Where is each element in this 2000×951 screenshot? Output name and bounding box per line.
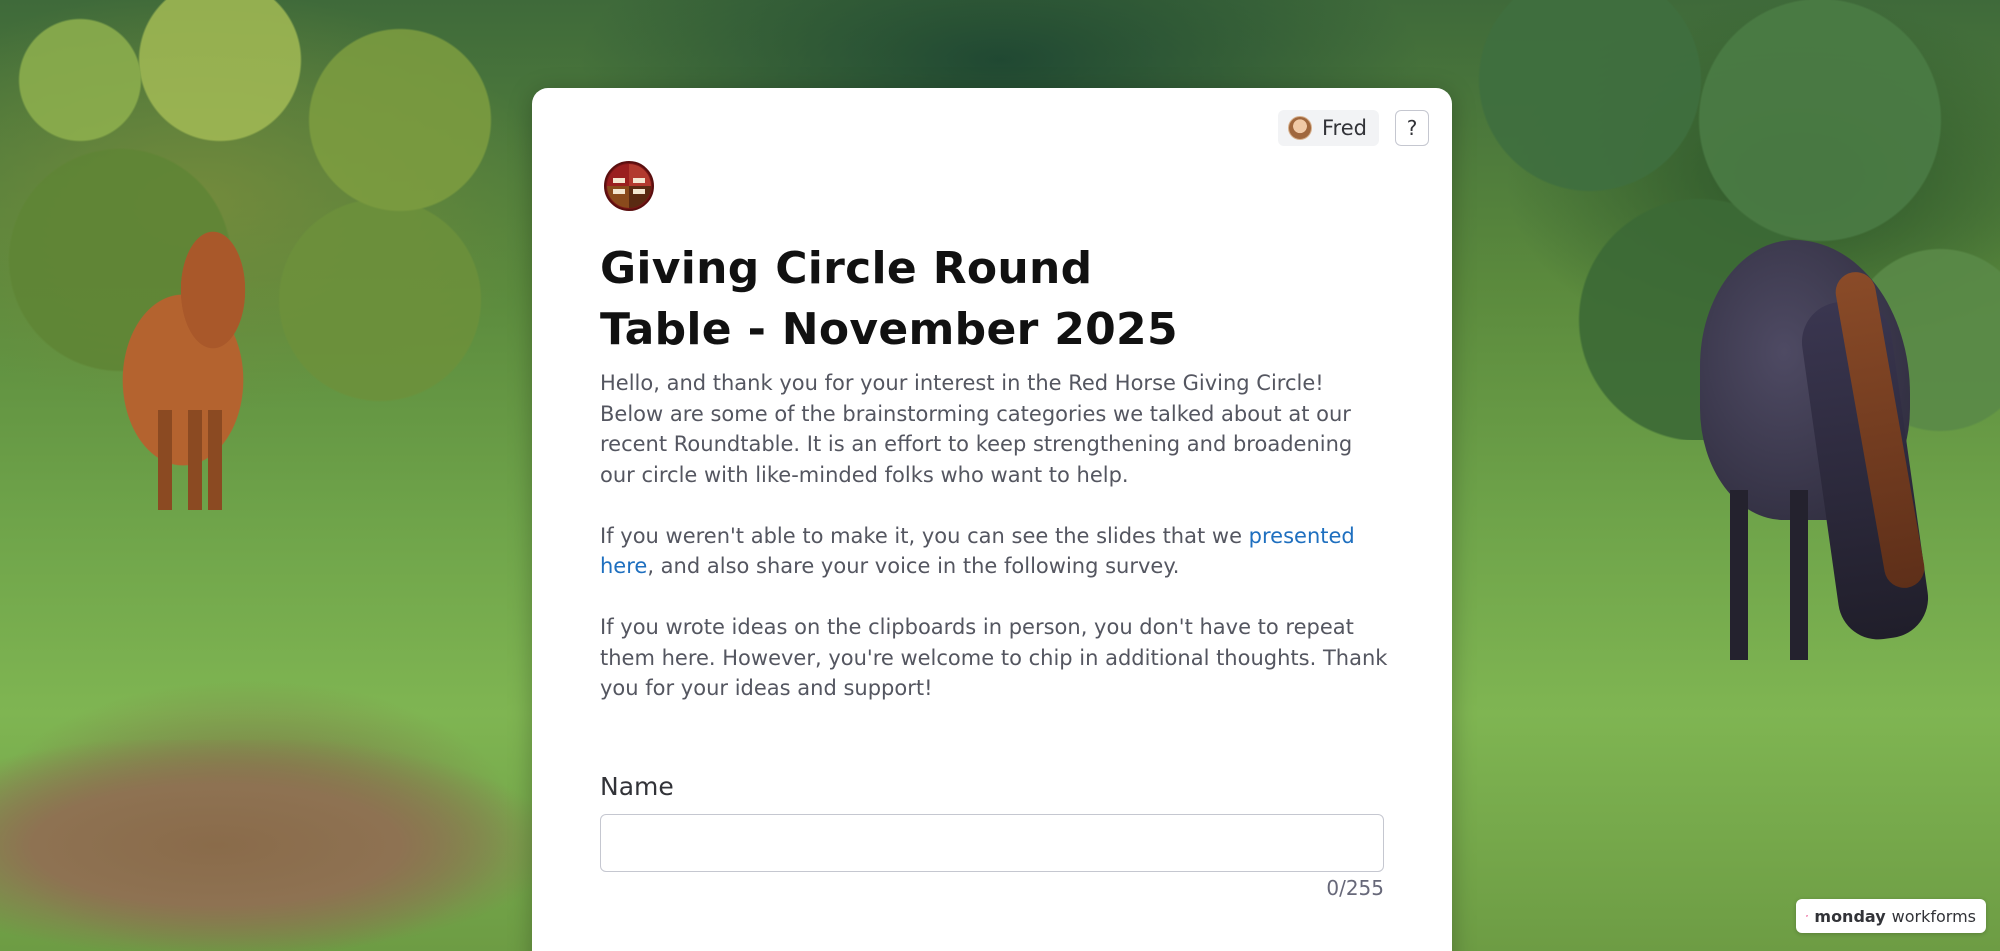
horse-leg [1790, 490, 1808, 660]
giving-circle-logo-icon [604, 161, 654, 211]
horse-leg [1730, 490, 1748, 660]
user-chip[interactable]: Fred [1278, 110, 1379, 146]
horse-leg [158, 410, 172, 510]
background-horse-dark [1700, 240, 1950, 740]
help-button[interactable]: ? [1395, 110, 1429, 146]
horse-leg [208, 410, 222, 510]
monday-workforms-badge[interactable]: monday workforms [1796, 899, 1986, 933]
background-dirt-patch [0, 740, 540, 951]
giving-circle-logo [604, 158, 654, 214]
horse-leg [188, 410, 202, 510]
user-name: Fred [1322, 116, 1367, 140]
description-paragraph: Hello, and thank you for your interest i… [600, 371, 1353, 487]
form-card: Fred ? Giving Circle Round Table - Novem… [532, 88, 1452, 951]
form-title: Giving Circle Round Table - November 202… [600, 243, 1178, 355]
name-field-label: Name [600, 772, 674, 801]
description-paragraph: If you wrote ideas on the clipboards in … [600, 615, 1388, 700]
name-char-count: 0/255 [1326, 876, 1384, 900]
monday-logo-icon [1806, 915, 1809, 917]
description-paragraph: If you weren't able to make it, you can … [600, 523, 1355, 579]
background-horse-chestnut [118, 220, 248, 510]
form-description: Hello, and thank you for your interest i… [600, 368, 1390, 734]
background-trees-left [0, 0, 560, 420]
badge-product: workforms [1891, 906, 1976, 926]
help-icon: ? [1406, 116, 1418, 140]
name-input[interactable] [600, 814, 1384, 872]
user-avatar-icon [1288, 116, 1312, 140]
badge-brand: monday [1814, 906, 1886, 926]
